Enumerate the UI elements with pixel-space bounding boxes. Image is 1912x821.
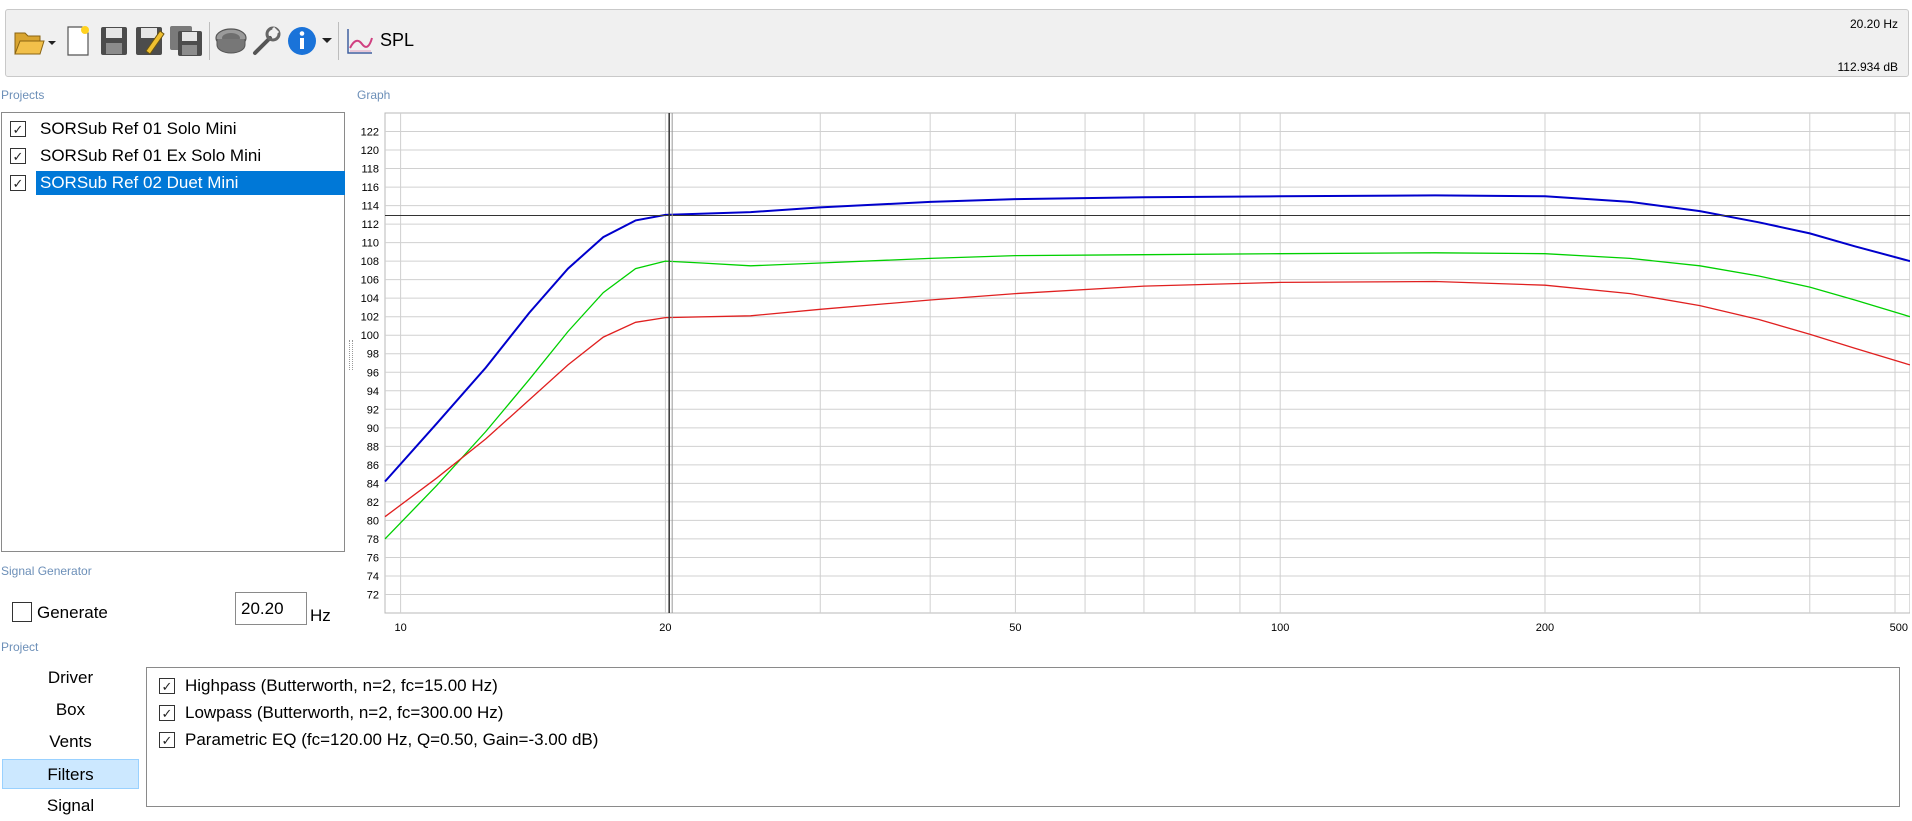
graph-heading: Graph <box>357 88 391 102</box>
y-tick-label: 114 <box>361 201 379 213</box>
wrench-icon <box>253 26 281 55</box>
filter-checkbox[interactable]: ✓ <box>159 732 175 748</box>
project-checkbox[interactable]: ✓ <box>10 175 26 191</box>
filter-list[interactable]: ✓ Highpass (Butterworth, n=2, fc=15.00 H… <box>146 667 1900 807</box>
speaker-icon <box>215 28 247 54</box>
y-tick-label: 78 <box>367 534 379 546</box>
y-tick-label: 96 <box>367 367 379 379</box>
save-all-icon <box>170 26 202 56</box>
y-tick-label: 120 <box>361 145 379 157</box>
save-button[interactable] <box>97 18 131 64</box>
plot-area <box>384 112 1910 614</box>
project-label: SORSub Ref 01 Ex Solo Mini <box>40 146 262 165</box>
nav-signal[interactable]: Signal <box>2 791 139 821</box>
project-checkbox[interactable]: ✓ <box>10 121 26 137</box>
y-tick-label: 92 <box>367 404 379 416</box>
spl-chart-icon <box>347 29 373 54</box>
project-label: SORSub Ref 01 Solo Mini <box>40 119 237 138</box>
y-tick-label: 90 <box>367 423 379 435</box>
frequency-readout: 20.20 Hz <box>1849 17 1898 31</box>
info-button[interactable] <box>286 18 336 64</box>
x-tick-label: 10 <box>394 622 406 634</box>
y-tick-label: 116 <box>361 182 379 194</box>
y-tick-label: 80 <box>367 515 379 527</box>
toolbar-separator <box>338 22 339 60</box>
save-as-icon <box>136 27 165 55</box>
filter-item[interactable]: ✓ Lowpass (Butterworth, n=2, fc=300.00 H… <box>159 701 503 725</box>
y-tick-label: 106 <box>361 275 379 287</box>
new-button[interactable] <box>62 18 94 64</box>
project-list[interactable]: ✓ SORSub Ref 01 Solo Mini ✓ SORSub Ref 0… <box>1 112 345 552</box>
y-tick-label: 112 <box>361 219 379 231</box>
filter-item[interactable]: ✓ Highpass (Butterworth, n=2, fc=15.00 H… <box>159 674 498 698</box>
signal-generator-heading: Signal Generator <box>1 564 92 578</box>
y-tick-label: 102 <box>361 312 379 324</box>
nav-driver[interactable]: Driver <box>2 663 139 693</box>
save-as-button[interactable] <box>132 18 168 64</box>
y-tick-label: 118 <box>361 164 379 176</box>
project-item[interactable]: ✓ SORSub Ref 01 Ex Solo Mini <box>2 144 265 168</box>
spl-graph-button[interactable] <box>344 18 376 64</box>
x-tick-label: 100 <box>1271 622 1289 634</box>
project-heading: Project <box>1 640 39 654</box>
project-checkbox[interactable]: ✓ <box>10 148 26 164</box>
tools-button[interactable] <box>249 18 283 64</box>
nav-box[interactable]: Box <box>2 695 139 725</box>
y-tick-label: 108 <box>361 256 379 268</box>
y-tick-label: 74 <box>367 571 379 583</box>
save-all-button[interactable] <box>168 18 204 64</box>
driver-button[interactable] <box>213 18 249 64</box>
generate-checkbox[interactable] <box>12 602 32 622</box>
toolbar-separator <box>209 22 210 60</box>
spl-label: SPL <box>380 30 415 50</box>
y-tick-label: 76 <box>367 552 379 564</box>
y-tick-label: 104 <box>361 293 379 305</box>
frequency-input[interactable]: 20.20 <box>235 592 307 625</box>
y-tick-label: 94 <box>367 386 379 398</box>
save-icon <box>101 27 127 55</box>
frequency-unit: Hz <box>310 606 331 625</box>
project-item[interactable]: ✓ SORSub Ref 01 Solo Mini <box>2 117 241 141</box>
filter-label: Lowpass (Butterworth, n=2, fc=300.00 Hz) <box>185 703 504 722</box>
nav-vents[interactable]: Vents <box>2 727 139 757</box>
filter-item[interactable]: ✓ Parametric EQ (fc=120.00 Hz, Q=0.50, G… <box>159 728 598 752</box>
project-item[interactable]: ✓ SORSub Ref 02 Duet Mini <box>2 171 345 195</box>
y-tick-label: 122 <box>361 127 379 139</box>
project-label: SORSub Ref 02 Duet Mini <box>36 171 345 195</box>
info-icon <box>288 27 332 55</box>
filter-checkbox[interactable]: ✓ <box>159 678 175 694</box>
nav-filters[interactable]: Filters <box>2 759 139 789</box>
filter-label: Highpass (Butterworth, n=2, fc=15.00 Hz) <box>185 676 498 695</box>
y-tick-label: 82 <box>367 497 379 509</box>
y-tick-label: 98 <box>367 349 379 361</box>
y-tick-label: 100 <box>361 330 379 342</box>
filter-checkbox[interactable]: ✓ <box>159 705 175 721</box>
toolbar: SPL 20.20 Hz 112.934 dB <box>5 9 1909 77</box>
new-file-icon <box>67 26 89 56</box>
x-tick-label: 200 <box>1536 622 1554 634</box>
x-tick-label: 50 <box>1009 622 1021 634</box>
y-tick-label: 86 <box>367 460 379 472</box>
projects-heading: Projects <box>1 88 45 102</box>
y-tick-label: 84 <box>367 478 379 490</box>
y-tick-label: 110 <box>361 238 379 250</box>
y-tick-label: 72 <box>367 589 379 601</box>
y-tick-label: 88 <box>367 441 379 453</box>
spl-readout: 112.934 dB <box>1837 60 1899 74</box>
generate-label: Generate <box>37 603 108 622</box>
folder-open-icon <box>14 32 56 55</box>
x-tick-label: 500 <box>1890 622 1908 634</box>
open-button[interactable] <box>12 18 56 64</box>
spl-graph[interactable]: 72 74 76 78 80 82 84 86 88 90 92 94 96 98 100 102 104 106… <box>350 108 1910 638</box>
x-tick-label: 20 <box>659 622 671 634</box>
filter-label: Parametric EQ (fc=120.00 Hz, Q=0.50, Gai… <box>185 730 599 749</box>
